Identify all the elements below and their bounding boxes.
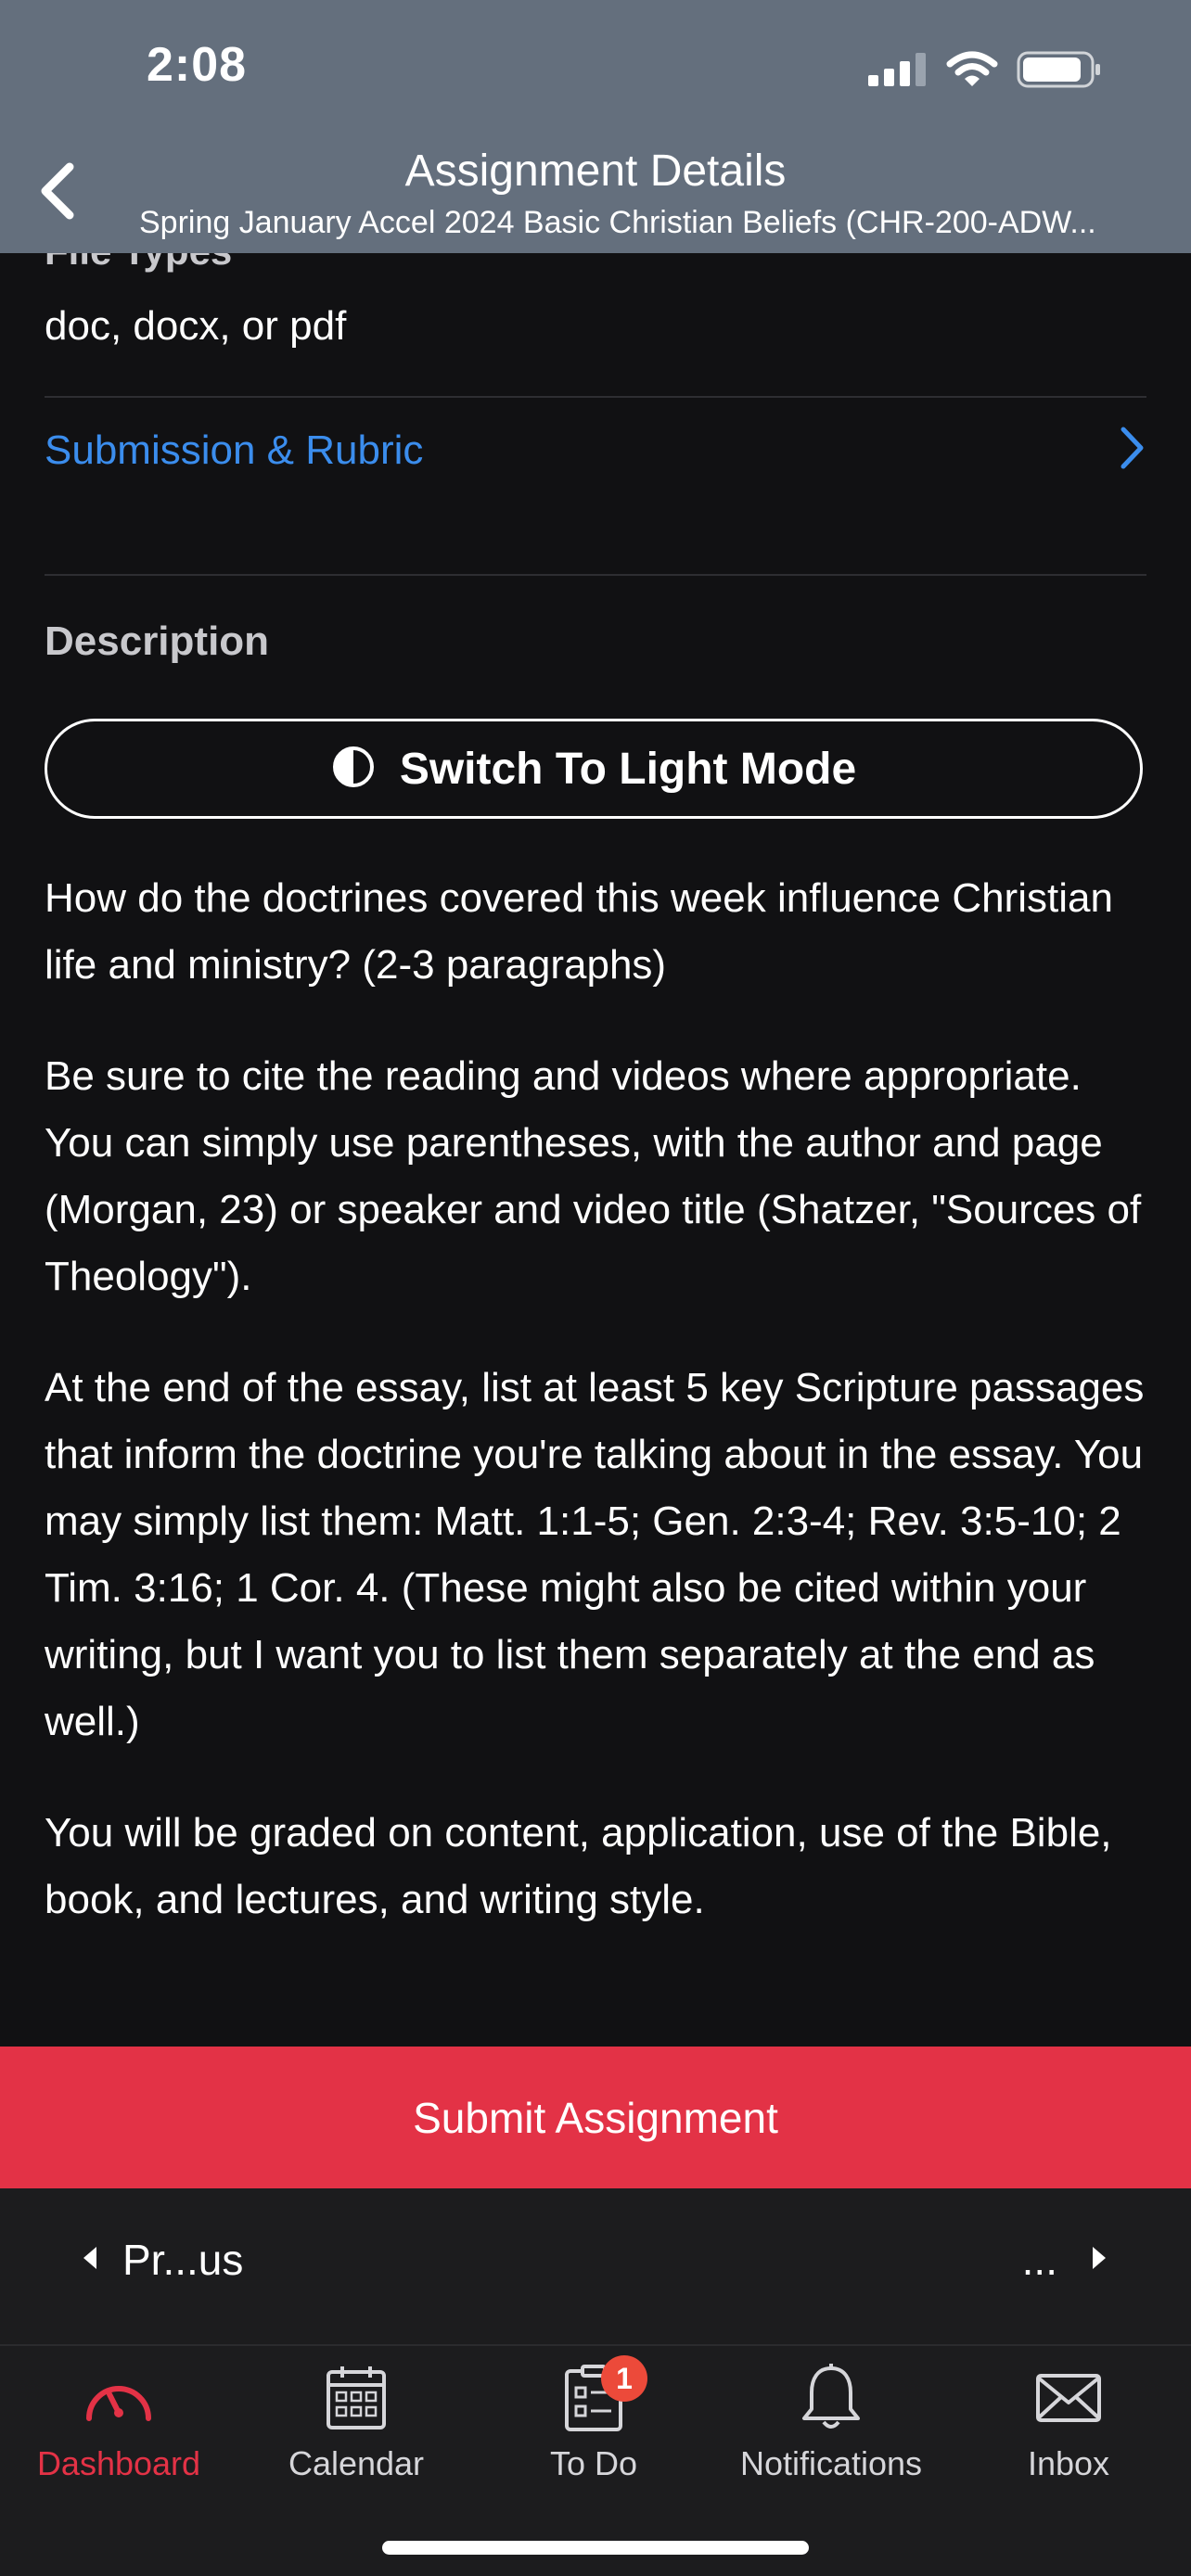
- triangle-right-icon: [1091, 2246, 1108, 2275]
- cellular-signal-icon: [868, 52, 928, 91]
- divider: [45, 574, 1146, 576]
- calendar-icon: [326, 2359, 387, 2437]
- tab-label: Calendar: [288, 2444, 425, 2482]
- tab-dashboard[interactable]: Dashboard: [0, 2359, 237, 2498]
- description-paragraph: At the end of the essay, list at least 5…: [45, 1365, 1145, 1744]
- course-subtitle: Spring January Accel 2024 Basic Christia…: [139, 205, 1096, 240]
- envelope-icon: [1035, 2359, 1102, 2437]
- tab-label: Notifications: [739, 2444, 923, 2482]
- contrast-icon: [331, 745, 376, 794]
- description-paragraph: How do the doctrines covered this week i…: [45, 875, 1113, 988]
- tab-label: To Do: [549, 2444, 638, 2482]
- switch-mode-label: Switch To Light Mode: [399, 744, 857, 794]
- previous-label: Pr...us: [122, 2236, 244, 2284]
- assignment-pager: Pr...us ...: [0, 2188, 1191, 2344]
- assignment-description: How do the doctrines covered this week i…: [45, 865, 1158, 1978]
- description-paragraph: You will be graded on content, applicati…: [45, 1810, 1112, 1922]
- assignment-content: File Types doc, docx, or pdf Submission …: [0, 253, 1191, 2047]
- triangle-left-icon: [82, 2246, 98, 2275]
- chevron-right-icon: [1119, 426, 1146, 475]
- tab-label: Dashboard: [36, 2444, 201, 2482]
- navigation-header: 2:08 Assignment Details Spring January A…: [0, 0, 1191, 253]
- tab-label: Inbox: [1027, 2444, 1110, 2482]
- page-title: Assignment Details: [404, 147, 787, 196]
- bell-icon: [799, 2359, 864, 2437]
- submission-rubric-link[interactable]: Submission & Rubric: [45, 397, 1146, 504]
- next-assignment-button[interactable]: ...: [1022, 2235, 1108, 2285]
- status-bar: 2:08: [0, 0, 1191, 139]
- submit-assignment-button[interactable]: Submit Assignment: [0, 2047, 1191, 2188]
- status-time: 2:08: [147, 38, 248, 92]
- dashboard-gauge-icon: [82, 2359, 156, 2437]
- battery-icon: [1017, 50, 1102, 94]
- file-types-value: doc, docx, or pdf: [45, 303, 347, 349]
- submission-rubric-label: Submission & Rubric: [45, 427, 424, 473]
- status-icons: [868, 48, 1102, 95]
- tab-to-do[interactable]: 1 To Do: [475, 2355, 712, 2498]
- home-indicator[interactable]: [382, 2541, 809, 2555]
- description-paragraph: Be sure to cite the reading and videos w…: [45, 1053, 1142, 1299]
- tab-notifications[interactable]: Notifications: [712, 2359, 950, 2498]
- tab-calendar[interactable]: Calendar: [237, 2359, 475, 2498]
- todo-count-badge: 1: [601, 2355, 647, 2402]
- tab-inbox[interactable]: Inbox: [950, 2359, 1187, 2498]
- next-label: ...: [1021, 2236, 1057, 2284]
- description-heading: Description: [45, 618, 270, 664]
- switch-to-light-mode-button[interactable]: Switch To Light Mode: [45, 719, 1143, 819]
- previous-assignment-button[interactable]: Pr...us: [82, 2235, 243, 2285]
- todo-clipboard-icon: 1: [564, 2355, 647, 2437]
- file-types-label: File Types: [45, 253, 232, 274]
- submit-assignment-label: Submit Assignment: [413, 2093, 778, 2142]
- wifi-icon: [946, 51, 998, 93]
